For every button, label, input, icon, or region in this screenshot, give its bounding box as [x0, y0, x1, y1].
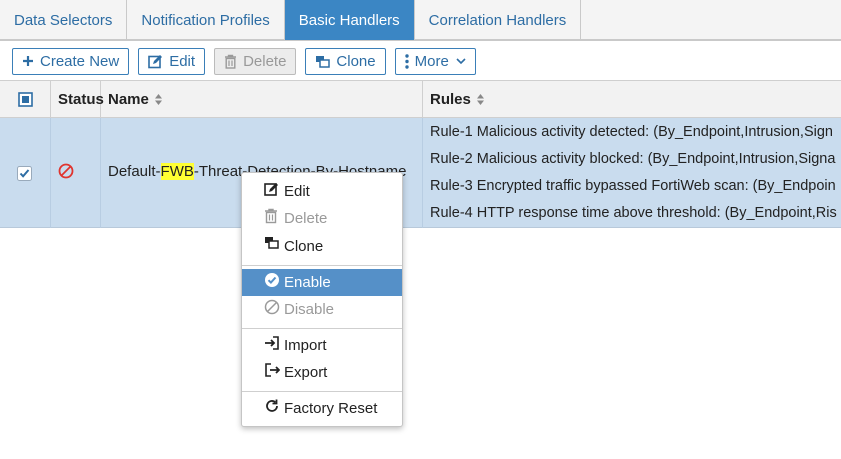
vertical-ellipsis-icon [404, 53, 409, 69]
column-rules-label: Rules [430, 91, 471, 108]
column-name[interactable]: Name [101, 81, 423, 118]
column-name-label: Name [108, 91, 149, 108]
disabled-status-icon [58, 163, 74, 179]
column-rules[interactable]: Rules [423, 81, 841, 118]
tab-data-selectors[interactable]: Data Selectors [0, 0, 128, 40]
tab-notification-profiles[interactable]: Notification Profiles [127, 0, 285, 40]
more-label: More [414, 52, 449, 70]
menu-divider [242, 265, 402, 266]
edit-icon [148, 54, 163, 69]
check-circle-icon [264, 272, 280, 288]
menu-item-edit-label: Edit [284, 183, 310, 200]
menu-item-import[interactable]: Import [242, 332, 402, 359]
clone-button[interactable]: Clone [305, 47, 386, 75]
menu-item-disable-label: Disable [284, 301, 335, 318]
menu-item-disable[interactable]: Disable [242, 296, 402, 323]
rule-line: Rule-3 Encrypted traffic bypassed FortiW… [430, 178, 836, 194]
menu-item-export[interactable]: Export [242, 359, 402, 386]
chevron-down-icon [456, 57, 466, 65]
table-row[interactable]: Default-FWB-Threat-Detection-By-Hostname… [0, 118, 841, 228]
menu-divider [242, 391, 402, 392]
table-header: Status Name Rules [0, 80, 841, 118]
trash-icon [264, 208, 278, 224]
tab-correlation-handlers[interactable]: Correlation Handlers [415, 0, 582, 40]
row-name-prefix: Default- [108, 163, 161, 180]
more-button[interactable]: More [394, 47, 476, 75]
create-new-label: Create New [40, 52, 120, 70]
context-menu: Edit Delete Clone Enable Disable Import [241, 172, 403, 427]
delete-label: Delete [243, 52, 287, 70]
rule-line: Rule-4 HTTP response time above threshol… [430, 205, 837, 221]
sort-icon [154, 93, 163, 106]
menu-item-clone[interactable]: Clone [242, 233, 402, 260]
edit-button[interactable]: Edit [138, 47, 206, 75]
clone-icon [315, 55, 331, 68]
menu-item-factory-reset-label: Factory Reset [284, 400, 378, 417]
row-status-cell [51, 118, 101, 228]
select-all-checkbox[interactable] [17, 92, 33, 107]
menu-item-enable-label: Enable [284, 274, 331, 291]
plus-icon [22, 55, 34, 67]
row-name-highlight: FWB [160, 163, 194, 180]
toolbar: Create New Edit Delete Clone More [0, 42, 841, 80]
sort-icon [476, 93, 485, 106]
edit-label: Edit [169, 52, 196, 70]
rule-line: Rule-2 Malicious activity blocked: (By_E… [430, 151, 836, 167]
ban-icon [264, 299, 280, 315]
menu-item-factory-reset[interactable]: Factory Reset [242, 395, 402, 422]
menu-item-clone-label: Clone [284, 238, 324, 255]
menu-item-delete[interactable]: Delete [242, 205, 402, 232]
menu-divider [242, 328, 402, 329]
reset-icon [264, 398, 280, 414]
clone-icon [264, 236, 280, 250]
column-status-label: Status [58, 91, 104, 108]
tab-bar: Data Selectors Notification Profiles Bas… [0, 0, 841, 41]
row-checkbox[interactable] [17, 166, 32, 181]
import-icon [264, 335, 280, 351]
edit-icon [264, 181, 280, 197]
menu-item-enable[interactable]: Enable [242, 269, 402, 296]
row-checkbox-cell [0, 118, 51, 228]
select-all-cell [0, 81, 51, 118]
export-icon [264, 362, 280, 378]
menu-item-export-label: Export [284, 364, 328, 381]
trash-icon [224, 54, 237, 69]
column-status[interactable]: Status [51, 81, 104, 118]
rule-line: Rule-1 Malicious activity detected: (By_… [430, 124, 833, 140]
menu-item-import-label: Import [284, 337, 327, 354]
delete-button[interactable]: Delete [214, 47, 297, 75]
menu-item-delete-label: Delete [284, 210, 328, 227]
menu-item-edit[interactable]: Edit [242, 178, 402, 205]
tab-basic-handlers[interactable]: Basic Handlers [284, 0, 415, 40]
clone-label: Clone [336, 52, 376, 70]
create-new-button[interactable]: Create New [12, 47, 130, 75]
